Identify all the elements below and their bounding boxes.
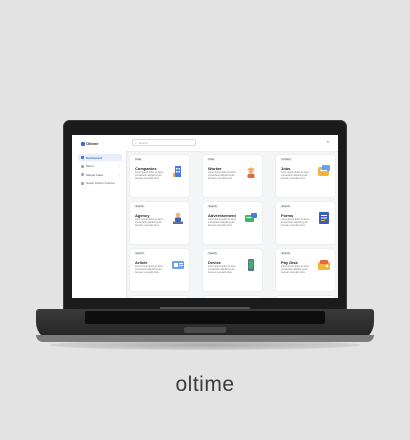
card-agency[interactable]: Search Agency Lorem ipsum dolor sit amet… bbox=[130, 202, 189, 244]
card-description: Lorem ipsum dolor sit amet, consectetur … bbox=[281, 266, 310, 274]
card-description: Lorem ipsum dolor sit amet, consectetur … bbox=[135, 266, 164, 274]
advertisement-icon bbox=[245, 213, 257, 222]
app-logo[interactable]: Oltime bbox=[81, 141, 98, 146]
card-pay-disk[interactable]: Search Pay Disk Lorem ipsum dolor sit am… bbox=[276, 249, 335, 291]
worker-icon bbox=[247, 167, 255, 178]
card-tag: Search bbox=[207, 252, 219, 255]
card-tag: Search bbox=[280, 252, 292, 255]
chevron-right-icon: › bbox=[119, 164, 120, 168]
sidebar-item-label: Super Admin Control bbox=[86, 181, 115, 185]
card-title: Advertisement bbox=[208, 213, 236, 218]
card-jobs[interactable]: Content Jobs Lorem ipsum dolor sit amet,… bbox=[276, 155, 335, 197]
card-partial bbox=[130, 296, 189, 298]
jobs-icon bbox=[318, 165, 330, 176]
laptop-base-edge bbox=[36, 335, 374, 342]
card-description: Lorem ipsum dolor sit amet, consectetur … bbox=[135, 219, 164, 227]
device-icon bbox=[248, 259, 254, 271]
agency-icon bbox=[173, 212, 183, 224]
card-title: Companies bbox=[135, 166, 157, 171]
card-tag: Data bbox=[207, 158, 216, 161]
card-title: Forms bbox=[281, 213, 294, 218]
card-worker[interactable]: Data Worker Lorem ipsum dolor sit amet, … bbox=[203, 155, 262, 197]
laptop-screen: Oltime Dashboard Menu › Master Data › Su… bbox=[72, 135, 338, 298]
card-forms[interactable]: Search Forms Lorem ipsum dolor sit amet,… bbox=[276, 202, 335, 244]
card-tag: Data bbox=[134, 158, 143, 161]
laptop-keyboard bbox=[85, 311, 325, 324]
pay-disk-icon bbox=[318, 260, 330, 270]
menu-icon bbox=[81, 164, 84, 168]
card-device[interactable]: Search Device Lorem ipsum dolor sit amet… bbox=[203, 249, 262, 291]
logo-text: Oltime bbox=[86, 141, 99, 146]
card-title: Jobs bbox=[281, 166, 291, 171]
forms-icon bbox=[319, 212, 329, 224]
card-companies[interactable]: Data Companies Lorem ipsum dolor sit ame… bbox=[130, 155, 189, 197]
card-article[interactable]: Search Article Lorem ipsum dolor sit ame… bbox=[130, 249, 189, 291]
card-description: Lorem ipsum dolor sit amet, consectetur … bbox=[208, 219, 237, 227]
chevron-right-icon: › bbox=[119, 172, 120, 177]
admin-icon bbox=[81, 181, 84, 185]
sidebar-item-label: Dashboard bbox=[86, 155, 103, 160]
card-title: Article bbox=[135, 260, 148, 265]
dashboard-icon bbox=[81, 156, 84, 159]
card-advertisement[interactable]: Search Advertisement Lorem ipsum dolor s… bbox=[203, 202, 262, 244]
card-description: Lorem ipsum dolor sit amet, consectetur … bbox=[281, 172, 310, 180]
building-icon bbox=[173, 166, 181, 177]
topbar: ⌕ Search × bbox=[126, 135, 338, 152]
card-title: Agency bbox=[135, 213, 150, 218]
search-placeholder: Search bbox=[138, 140, 148, 145]
sidebar-item-label: Menu bbox=[86, 164, 94, 168]
card-description: Lorem ipsum dolor sit amet, consectetur … bbox=[208, 172, 237, 180]
search-icon: ⌕ bbox=[135, 140, 137, 145]
card-title: Worker bbox=[208, 166, 222, 171]
card-title: Pay Disk bbox=[281, 260, 298, 265]
sidebar-item-label: Master Data bbox=[86, 172, 103, 177]
card-partial bbox=[203, 296, 262, 298]
logo-mark-icon bbox=[81, 141, 85, 146]
card-title: Device bbox=[208, 260, 221, 265]
card-tag: Search bbox=[207, 205, 219, 208]
card-partial bbox=[276, 296, 335, 298]
sidebar: Oltime Dashboard Menu › Master Data › Su… bbox=[72, 135, 127, 298]
card-description: Lorem ipsum dolor sit amet, consectetur … bbox=[281, 219, 310, 227]
sidebar-item-dashboard[interactable]: Dashboard bbox=[78, 154, 122, 161]
card-description: Lorem ipsum dolor sit amet, consectetur … bbox=[135, 172, 164, 180]
article-icon bbox=[172, 261, 184, 269]
sidebar-item-super-admin-control[interactable]: Super Admin Control bbox=[78, 180, 122, 187]
close-icon[interactable]: × bbox=[327, 139, 329, 144]
card-tag: Search bbox=[280, 205, 292, 208]
database-icon bbox=[81, 173, 84, 176]
search-input[interactable]: ⌕ Search bbox=[132, 139, 196, 146]
sidebar-item-menu[interactable]: Menu › bbox=[78, 163, 122, 170]
sidebar-item-master-data[interactable]: Master Data › bbox=[78, 171, 122, 178]
card-description: Lorem ipsum dolor sit amet, consectetur … bbox=[208, 266, 237, 274]
card-tag: Search bbox=[134, 205, 146, 208]
card-tag: Content bbox=[280, 158, 293, 161]
brand-wordmark: oltime bbox=[175, 373, 235, 396]
laptop-trackpad bbox=[184, 327, 226, 333]
card-tag: Search bbox=[134, 252, 146, 255]
sidebar-nav: Dashboard Menu › Master Data › Super Adm… bbox=[78, 154, 122, 188]
